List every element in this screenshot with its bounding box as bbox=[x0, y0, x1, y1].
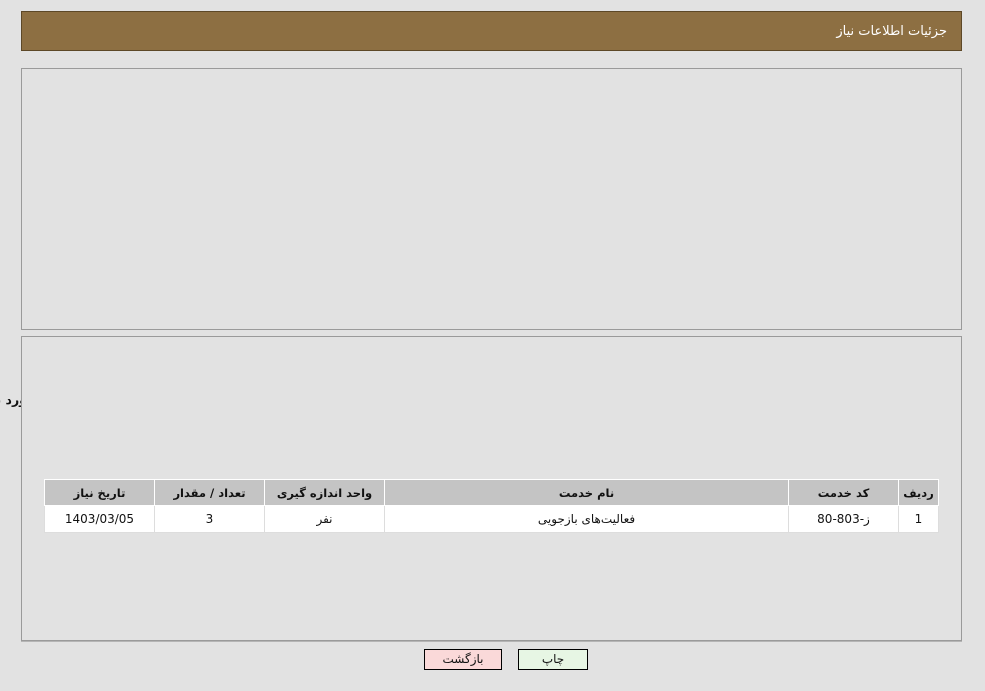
cell-qty: 3 bbox=[155, 505, 266, 533]
back-button[interactable]: بازگشت bbox=[425, 649, 503, 670]
need-summary-panel bbox=[22, 68, 963, 330]
cell-unit: نفر bbox=[265, 505, 386, 533]
table-row: 1 ز-803-80 فعالیت‌های بازجویی نفر 3 1403… bbox=[45, 505, 940, 533]
cell-radif: 1 bbox=[899, 505, 940, 533]
print-button[interactable]: چاپ bbox=[519, 649, 589, 670]
table-col-qty: تعداد / مقدار bbox=[155, 479, 266, 506]
table-col-name: نام خدمت bbox=[385, 479, 790, 506]
cell-date: 1403/03/05 bbox=[45, 505, 156, 533]
table-header-row: ردیف کد خدمت نام خدمت واحد اندازه گیری ت… bbox=[45, 479, 940, 506]
cell-name: فعالیت‌های بازجویی bbox=[385, 505, 790, 533]
cell-code: ز-803-80 bbox=[789, 505, 900, 533]
table-col-unit: واحد اندازه گیری bbox=[265, 479, 386, 506]
page-title: جزئیات اطلاعات نیاز bbox=[837, 23, 948, 39]
services-table: ردیف کد خدمت نام خدمت واحد اندازه گیری ت… bbox=[45, 479, 940, 533]
page-root: AriaTender.net جزئیات اطلاعات نیاز شماره… bbox=[0, 0, 985, 691]
page-header: جزئیات اطلاعات نیاز bbox=[22, 11, 963, 51]
table-col-radif: ردیف bbox=[899, 479, 940, 506]
table-col-code: کد خدمت bbox=[789, 479, 900, 506]
table-col-date: تاریخ نیاز bbox=[45, 479, 156, 506]
footer-separator bbox=[22, 641, 963, 642]
